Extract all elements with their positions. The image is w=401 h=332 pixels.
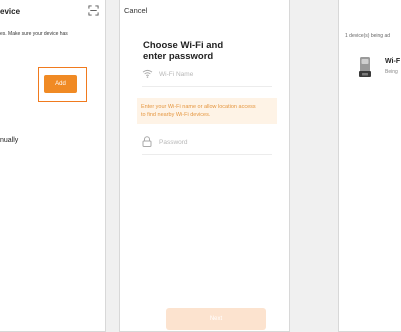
feeder-device-icon: [359, 57, 371, 77]
device-name: Wi-F: [385, 58, 401, 65]
title-line-2: enter password: [143, 51, 214, 62]
notice-line-2: to find nearby Wi-Fi devices.: [141, 112, 211, 118]
adding-status-text: 1 device(s) being ad: [345, 33, 391, 39]
add-manually-label[interactable]: nually: [0, 137, 18, 144]
wifi-name-input[interactable]: [159, 67, 269, 81]
wifi-name-row: [142, 62, 272, 87]
cancel-button[interactable]: Cancel: [124, 6, 147, 15]
device-status: Being: [385, 69, 398, 75]
wifi-icon: [142, 69, 153, 78]
scan-qr-icon[interactable]: [88, 5, 99, 16]
page-title: evice: [0, 7, 21, 16]
page-title: Choose Wi-Fi and enter password: [143, 40, 223, 62]
title-line-1: Choose Wi-Fi and: [143, 40, 224, 51]
next-button[interactable]: Next: [166, 308, 266, 330]
add-device-screen: evice es. Make sure your device has Add …: [0, 0, 106, 332]
location-notice: Enter your Wi-Fi name or allow location …: [137, 98, 277, 124]
instruction-text: es. Make sure your device has: [0, 31, 68, 37]
lock-icon: [142, 136, 152, 147]
notice-line-1: Enter your Wi-Fi name or allow location …: [141, 104, 256, 110]
choose-wifi-screen: Cancel Choose Wi-Fi and enter password E…: [119, 0, 290, 332]
password-row: [142, 130, 272, 155]
password-input[interactable]: [159, 135, 269, 149]
add-button[interactable]: Add: [44, 75, 77, 93]
adding-devices-screen: 1 device(s) being ad Wi-F Being: [338, 0, 401, 332]
